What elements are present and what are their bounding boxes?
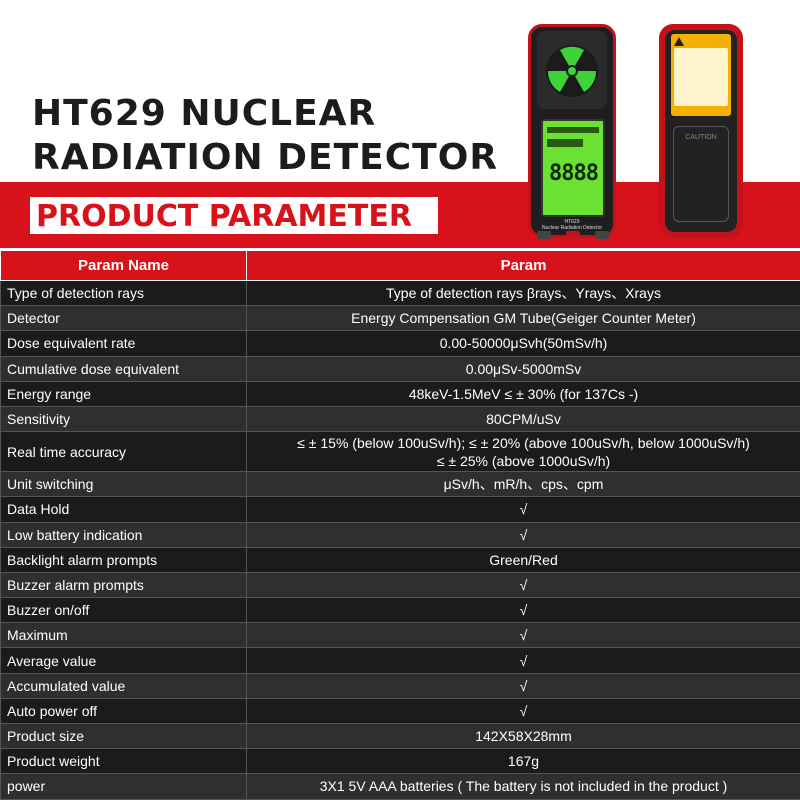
param-name: Data Hold bbox=[0, 496, 247, 523]
param-value: 3X1 5V AAA batteries ( The battery is no… bbox=[246, 773, 800, 800]
column-header-param-name: Param Name bbox=[0, 250, 247, 281]
lcd-screen: 8888 bbox=[541, 119, 605, 217]
param-name: Maximum bbox=[0, 622, 247, 649]
param-name: power bbox=[0, 773, 247, 800]
param-value: ≤ ± 15% (below 100uSv/h); ≤ ± 20% (above… bbox=[246, 431, 800, 473]
product-parameter-banner: PRODUCT PARAMETER bbox=[30, 197, 438, 237]
param-value: 0.00μSv-5000mSv bbox=[246, 355, 800, 382]
table-row: power 3X1 5V AAA batteries ( The battery … bbox=[0, 773, 800, 800]
caution-label: CAUTION bbox=[673, 126, 729, 222]
param-value: Type of detection rays βrays、Yrays、Xrays bbox=[246, 279, 800, 307]
param-value: Energy Compensation GM Tube(Geiger Count… bbox=[246, 305, 800, 332]
table-row: Energy range 48keV-1.5MeV ≤ ± 30% (for 13… bbox=[0, 380, 800, 407]
param-value: 48keV-1.5MeV ≤ ± 30% (for 137Cs -) bbox=[246, 380, 800, 407]
table-row: Sensitivity 80CPM/uSv bbox=[0, 405, 800, 433]
param-name: Energy range bbox=[0, 380, 247, 407]
banner-underline bbox=[30, 234, 438, 237]
param-name: Real time accuracy bbox=[0, 431, 247, 473]
param-value: μSv/h、mR/h、cps、cpm bbox=[246, 471, 800, 498]
page-title: HT629 NUCLEAR RADIATION DETECTOR bbox=[32, 92, 512, 180]
param-value: 80CPM/uSv bbox=[246, 405, 800, 433]
param-value: √ bbox=[246, 697, 800, 725]
param-name: Dose equivalent rate bbox=[0, 330, 247, 357]
param-name: Auto power off bbox=[0, 697, 247, 725]
table-row: Unit switching μSv/h、mR/h、cps、cpm bbox=[0, 471, 800, 498]
lcd-digits: 8888 bbox=[549, 161, 599, 186]
param-value: Green/Red bbox=[246, 546, 800, 573]
param-value: √ bbox=[246, 521, 800, 548]
table-row: Product weight 167g bbox=[0, 748, 800, 775]
table-row: Product size 142X58X28mm bbox=[0, 722, 800, 750]
radiation-sensor-window bbox=[537, 31, 607, 109]
device-buttons bbox=[537, 231, 609, 243]
param-name: Detector bbox=[0, 305, 247, 332]
radiation-trefoil-icon bbox=[546, 45, 598, 97]
table-row: Average value √ bbox=[0, 647, 800, 674]
param-name: Sensitivity bbox=[0, 405, 247, 433]
table-row: Type of detection rays Type of detection … bbox=[0, 279, 800, 307]
table-header-row: Param Name Param bbox=[0, 250, 800, 281]
param-name: Low battery indication bbox=[0, 521, 247, 548]
param-name: Product weight bbox=[0, 748, 247, 775]
param-value: 142X58X28mm bbox=[246, 722, 800, 750]
param-value: 167g bbox=[246, 748, 800, 775]
table-row: Maximum √ bbox=[0, 622, 800, 649]
title-line-1: HT629 NUCLEAR bbox=[32, 93, 377, 134]
warning-triangle-icon bbox=[674, 37, 684, 46]
param-value: √ bbox=[246, 571, 800, 599]
table-row: Dose equivalent rate 0.00-50000μSvh(50mSv… bbox=[0, 330, 800, 357]
hold-button bbox=[537, 231, 551, 239]
device-front-image: 8888 HT629 Nuclear Radiation Detector bbox=[528, 24, 616, 239]
parameter-table: Param Name Param Type of detection rays T… bbox=[0, 250, 800, 800]
param-name: Unit switching bbox=[0, 471, 247, 498]
param-name: Buzzer alarm prompts bbox=[0, 571, 247, 599]
column-header-param: Param bbox=[246, 250, 800, 281]
param-name: Backlight alarm prompts bbox=[0, 546, 247, 573]
table-row: Buzzer alarm prompts √ bbox=[0, 571, 800, 599]
device-label: HT629 Nuclear Radiation Detector bbox=[541, 219, 603, 231]
table-row: Auto power off √ bbox=[0, 697, 800, 725]
device-back-image: CAUTION bbox=[659, 24, 743, 238]
table-row: Accumulated value √ bbox=[0, 672, 800, 699]
unit-button bbox=[595, 231, 609, 239]
param-value: √ bbox=[246, 672, 800, 699]
warning-sticker bbox=[671, 34, 731, 116]
table-row: Buzzer on/off √ bbox=[0, 597, 800, 624]
param-name: Product size bbox=[0, 722, 247, 750]
param-name: Type of detection rays bbox=[0, 279, 247, 307]
max-avg-button bbox=[566, 231, 580, 239]
param-name: Average value bbox=[0, 647, 247, 674]
table-row: Detector Energy Compensation GM Tube(Geig… bbox=[0, 305, 800, 332]
param-value: √ bbox=[246, 597, 800, 624]
table-row: Real time accuracy ≤ ± 15% (below 100uSv/… bbox=[0, 431, 800, 473]
param-name: Buzzer on/off bbox=[0, 597, 247, 624]
param-value: √ bbox=[246, 496, 800, 523]
param-name: Cumulative dose equivalent bbox=[0, 355, 247, 382]
table-row: Low battery indication √ bbox=[0, 521, 800, 548]
param-value: 0.00-50000μSvh(50mSv/h) bbox=[246, 330, 800, 357]
table-row: Backlight alarm prompts Green/Red bbox=[0, 546, 800, 573]
title-line-2: RADIATION DETECTOR bbox=[32, 137, 499, 178]
param-value: √ bbox=[246, 647, 800, 674]
table-row: Cumulative dose equivalent 0.00μSv-5000mS… bbox=[0, 355, 800, 382]
table-row: Data Hold √ bbox=[0, 496, 800, 523]
banner-text: PRODUCT PARAMETER bbox=[36, 199, 412, 234]
param-value: √ bbox=[246, 622, 800, 649]
param-name: Accumulated value bbox=[0, 672, 247, 699]
